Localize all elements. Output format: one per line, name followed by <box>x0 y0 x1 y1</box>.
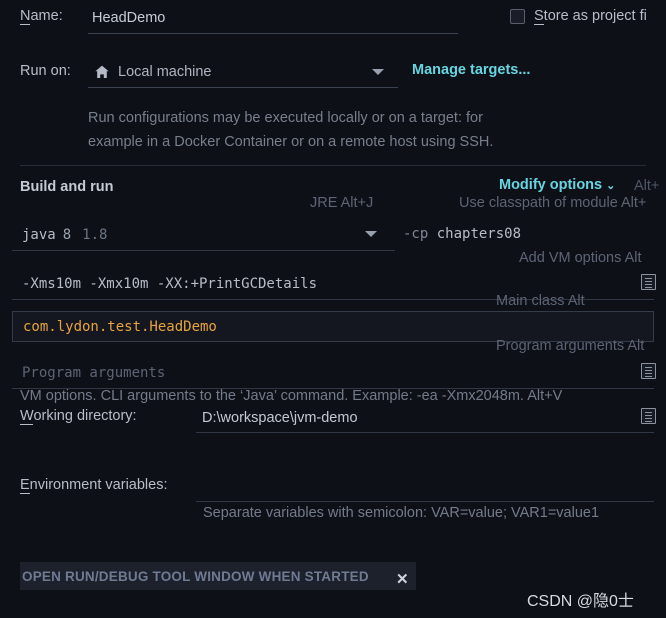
open-run-debug-tool-window-toggle[interactable]: OPEN RUN/DEBUG TOOL WINDOW WHEN STARTED <box>20 562 416 590</box>
run-on-hint: Run configurations may be executed local… <box>88 106 558 154</box>
manage-targets-link[interactable]: Manage targets... <box>412 62 530 78</box>
modify-options-link[interactable]: Modify options ⌄ <box>499 177 615 193</box>
name-label-mnemonic: N <box>20 8 31 25</box>
classpath-module: chapters08 <box>436 226 522 242</box>
main-class-value: com.lydon.test.HeadDemo <box>23 318 217 335</box>
jre-hint-label: JRE Alt+J <box>310 195 374 211</box>
program-arguments-placeholder: Program arguments <box>22 364 166 381</box>
store-as-project-file-checkbox[interactable]: Store as project fi <box>510 8 647 25</box>
vm-options-value: -Xms10m -Xmx10m -XX:+PrintGCDetails <box>22 275 318 292</box>
program-arguments-field[interactable]: Program arguments <box>12 357 654 389</box>
working-directory-value: D:\workspace\jvm-demo <box>202 409 358 426</box>
divider-top <box>20 165 646 166</box>
environment-variables-field[interactable] <box>196 466 654 502</box>
open-run-debug-tool-window-label: OPEN RUN/DEBUG TOOL WINDOW WHEN STARTED <box>22 568 369 584</box>
environment-variables-label-rest: nvironment variables: <box>29 477 168 493</box>
environment-variables-mnemonic: E <box>20 477 30 494</box>
add-vm-options-hint: Add VM options Alt <box>519 250 642 266</box>
classpath-flag: -cp <box>403 226 429 242</box>
mouse-cursor-glyph: ✕ <box>396 571 409 588</box>
chevron-down-icon[interactable] <box>365 231 377 237</box>
expand-program-arguments-icon[interactable] <box>641 363 656 379</box>
run-on-dropdown[interactable]: Local machine <box>88 58 398 88</box>
run-configuration-dialog: Name: Store as project fi Run on: Local … <box>0 0 666 618</box>
checkbox-box[interactable] <box>510 8 525 24</box>
working-directory-mnemonic: W <box>20 408 34 425</box>
store-label-mnemonic: S <box>534 8 544 25</box>
run-on-selected-value: Local machine <box>118 63 212 80</box>
expand-vm-options-icon[interactable] <box>641 274 656 290</box>
jre-dropdown[interactable]: java 8 1.8 <box>12 219 395 251</box>
run-on-hint-line2: example in a Docker Container or on a re… <box>88 134 494 150</box>
name-input-wrap[interactable] <box>88 5 458 34</box>
name-input[interactable] <box>88 5 458 34</box>
jre-version: 1.8 <box>82 226 108 243</box>
classpath-hint-label: Use classpath of module Alt+ <box>459 195 647 211</box>
name-label: Name: <box>20 8 63 25</box>
chevron-down-icon[interactable] <box>372 69 384 75</box>
modify-options-shortcut: Alt+ <box>634 178 660 194</box>
build-and-run-title: Build and run <box>20 179 114 195</box>
classpath-value[interactable]: -cp chapters08 <box>403 226 521 242</box>
home-icon <box>95 65 109 78</box>
store-as-project-file-label: Store as project fi <box>534 8 647 25</box>
environment-variables-description: Separate variables with semicolon: VAR=v… <box>203 505 600 521</box>
vm-options-description: VM options. CLI arguments to the ‘Java’ … <box>20 388 563 404</box>
working-directory-label: Working directory: <box>20 408 137 425</box>
jre-name: java <box>22 226 56 243</box>
jre-name-number: 8 <box>62 226 72 243</box>
store-label-rest: tore as project fi <box>543 8 647 24</box>
run-on-label: Run on: <box>20 63 71 79</box>
working-directory-label-rest: orking directory: <box>33 408 137 424</box>
working-directory-field[interactable]: D:\workspace\jvm-demo <box>196 403 654 433</box>
chevron-down-icon[interactable]: ⌄ <box>606 180 615 192</box>
watermark: CSDN @隐0士 <box>527 593 634 610</box>
modify-options-label: Modify options <box>499 177 603 193</box>
main-class-hint: Main class Alt <box>496 293 585 309</box>
run-on-hint-line1: Run configurations may be executed local… <box>88 110 483 126</box>
program-arguments-hint: Program arguments Alt <box>496 338 645 354</box>
browse-working-directory-icon[interactable] <box>641 408 656 424</box>
environment-variables-label: Environment variables: <box>20 477 168 494</box>
name-label-rest: ame: <box>30 8 63 24</box>
